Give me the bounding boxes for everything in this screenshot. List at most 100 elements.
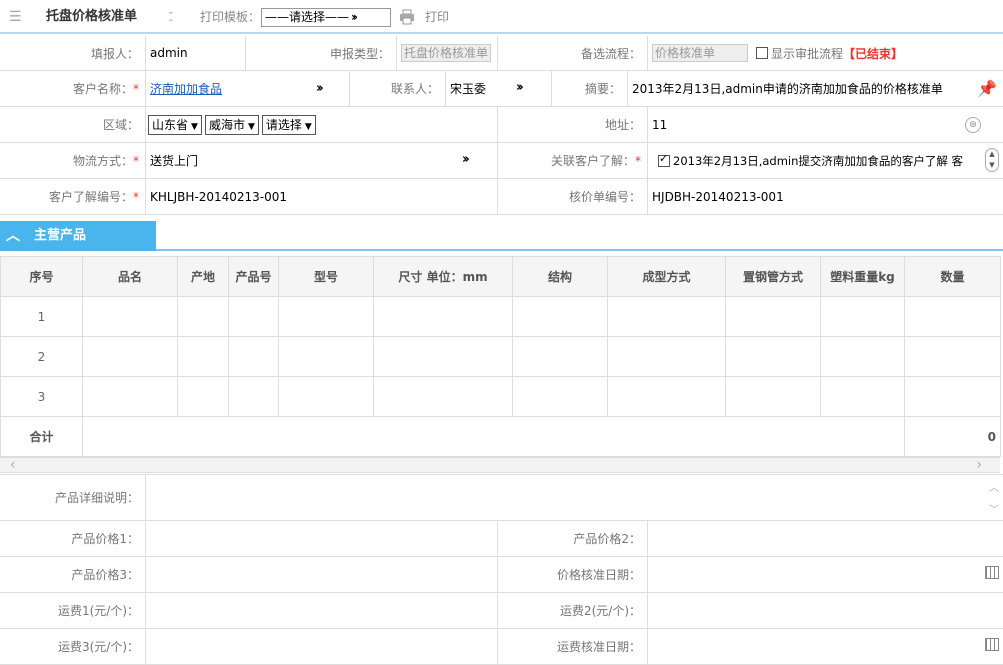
row-index: 3 — [0, 376, 83, 417]
form-row-customer: 客户名称： * 济南加加食品 ›› 联系人： 宋玉委 ›› 摘要： 2013年2月… — [0, 71, 1003, 107]
contact-label: 联系人： — [350, 71, 446, 106]
product-table: 序号 品名 产地 产品号 型号 尺寸 单位：mm 结构 成型方式 置钢管方式 塑… — [0, 256, 1001, 457]
summary-label: 摘要： — [552, 71, 628, 106]
scroll-right-icon[interactable]: › — [976, 457, 982, 473]
total-label: 合计 — [0, 416, 83, 457]
reporter-label: 填报人： — [0, 36, 146, 70]
contact-picker-icon[interactable]: ›› — [516, 80, 524, 95]
price-date-label: 价格核准日期： — [498, 557, 648, 592]
col-header: 序号 — [0, 256, 83, 297]
customer-picker-icon[interactable]: ›› — [316, 81, 324, 96]
pin-icon[interactable]: 📌 — [977, 79, 997, 98]
col-header: 尺寸 单位：mm — [373, 256, 513, 297]
desc-textarea[interactable]: ︿ ﹀ — [146, 475, 1003, 520]
section-main-products: ︿ 主营产品 — [0, 221, 1003, 251]
district-select[interactable]: 请选择 ▼ — [261, 114, 316, 135]
show-flow-label: 显示审批流程 — [771, 46, 844, 61]
form-row-reporter: 填报人： admin 申报类型： 托盘价格核准单 备选流程： 价格核准单 显示审… — [0, 36, 1003, 71]
toolbar: ☰ 托盘价格核准单 ⁚⁚ 打印模板： ——请选择—— ›› 打印 — [0, 0, 1003, 34]
table-row[interactable]: 3 — [0, 376, 1001, 417]
map-icon[interactable]: ⊜ — [965, 117, 981, 133]
alt-flow-label: 备选流程： — [498, 36, 648, 70]
fee1-input[interactable] — [146, 593, 498, 628]
related-value: 2013年2月13日,admin提交济南加加食品的客户了解 客 — [673, 153, 964, 168]
form-row-fee1: 运费1(元/个)： 运费2(元/个)： — [0, 593, 1003, 629]
desc-label: 产品详细说明： — [0, 475, 146, 520]
print-button[interactable]: 打印 — [425, 0, 449, 34]
chevron-up-icon: ︿ — [6, 228, 20, 244]
col-header: 型号 — [278, 256, 374, 297]
price2-input[interactable] — [648, 521, 1003, 556]
form-row-price3: 产品价格3： 价格核准日期： — [0, 557, 1003, 593]
price3-label: 产品价格3： — [0, 557, 146, 592]
scroll-down-icon[interactable]: ﹀ — [989, 501, 999, 516]
related-checkbox[interactable] — [658, 152, 670, 167]
table-row[interactable]: 1 — [0, 296, 1001, 337]
show-flow-checkbox[interactable] — [756, 47, 768, 59]
price1-input[interactable] — [146, 521, 498, 556]
price2-label: 产品价格2： — [498, 521, 648, 556]
col-header: 置钢管方式 — [725, 256, 821, 297]
print-template-label: 打印模板： — [200, 10, 261, 24]
page-title: 托盘价格核准单 — [46, 9, 138, 24]
form-row-desc: 产品详细说明： ︿ ﹀ — [0, 474, 1003, 521]
col-header: 产地 — [177, 256, 229, 297]
price3-input[interactable] — [146, 557, 498, 592]
total-value: 0 — [904, 416, 1001, 457]
horizontal-scrollbar[interactable]: ‹ › — [0, 457, 1000, 473]
col-header: 产品号 — [228, 256, 279, 297]
col-header: 结构 — [512, 256, 608, 297]
fee1-label: 运费1(元/个)： — [0, 593, 146, 628]
report-type-label: 申报类型： — [246, 36, 397, 70]
form-row-numbers: 客户了解编号： * KHLJBH-20140213-001 核价单编号： HJDB… — [0, 179, 1003, 215]
list-icon[interactable]: ☰ — [9, 0, 23, 34]
address-label: 地址： — [498, 107, 648, 142]
form-row-region: 区域： 山东省 ▼ 威海市 ▼ 请选择 ▼ 地址： 11 ⊜ — [0, 107, 1003, 143]
table-header-row: 序号 品名 产地 产品号 型号 尺寸 单位：mm 结构 成型方式 置钢管方式 塑… — [0, 256, 1001, 297]
table-total-row: 合计 0 — [0, 416, 1001, 457]
scroll-up-icon[interactable]: ︿ — [989, 479, 999, 494]
province-select[interactable]: 山东省 ▼ — [148, 114, 202, 135]
form-row-logistics: 物流方式：* 送货上门 ›› 关联客户了解：* 2013年2月13日,admin… — [0, 143, 1003, 179]
form-row-fee3: 运费3(元/个)： 运费核准日期： — [0, 629, 1003, 665]
table-row[interactable]: 2 — [0, 336, 1001, 377]
customer-link[interactable]: 济南加加食品 — [150, 80, 222, 97]
printer-icon[interactable] — [399, 0, 415, 34]
region-label: 区域： — [0, 107, 146, 142]
reporter-value: admin — [146, 36, 246, 70]
related-stepper[interactable]: ▲ ▼ — [985, 148, 999, 172]
col-header: 品名 — [82, 256, 178, 297]
logistics-picker-icon[interactable]: ›› — [462, 152, 470, 167]
alt-flow-field: 价格核准单 — [652, 44, 748, 62]
report-type-field: 托盘价格核准单 — [401, 44, 492, 62]
status-badge: 【已结束】 — [843, 46, 904, 61]
price1-label: 产品价格1： — [0, 521, 146, 556]
understand-no-label: 客户了解编号： — [48, 190, 133, 204]
col-header: 数量 — [904, 256, 1001, 297]
fee3-input[interactable] — [146, 629, 498, 664]
related-label: 关联客户了解： — [550, 154, 635, 168]
understand-no-value: KHLJBH-20140213-001 — [146, 179, 498, 214]
row-index: 1 — [0, 296, 83, 337]
customer-label: 客户名称： — [72, 82, 133, 96]
logistics-value: 送货上门 — [150, 154, 199, 168]
address-value: 11 — [652, 117, 668, 132]
summary-value: 2013年2月13日,admin申请的济南加加食品的价格核准单 — [632, 82, 943, 96]
col-header: 成型方式 — [607, 256, 726, 297]
col-header: 塑料重量kg — [820, 256, 905, 297]
calendar-icon[interactable] — [985, 638, 999, 651]
price-no-label: 核价单编号： — [498, 179, 648, 214]
row-index: 2 — [0, 336, 83, 377]
fee-date-input[interactable] — [648, 629, 1003, 664]
scroll-left-icon[interactable]: ‹ — [10, 457, 16, 473]
contact-value: 宋玉委 — [450, 82, 487, 96]
collapse-section-button[interactable]: ︿ 主营产品 — [0, 221, 156, 251]
fee2-input[interactable] — [648, 593, 1003, 628]
city-select[interactable]: 威海市 ▼ — [204, 114, 259, 135]
fee-date-label: 运费核准日期： — [498, 629, 648, 664]
print-template-select[interactable]: ——请选择—— ›› — [261, 8, 391, 27]
calendar-icon[interactable] — [985, 566, 999, 579]
price-no-value: HJDBH-20140213-001 — [652, 189, 784, 204]
form-row-price1: 产品价格1： 产品价格2： — [0, 521, 1003, 557]
price-date-input[interactable] — [648, 557, 1003, 592]
